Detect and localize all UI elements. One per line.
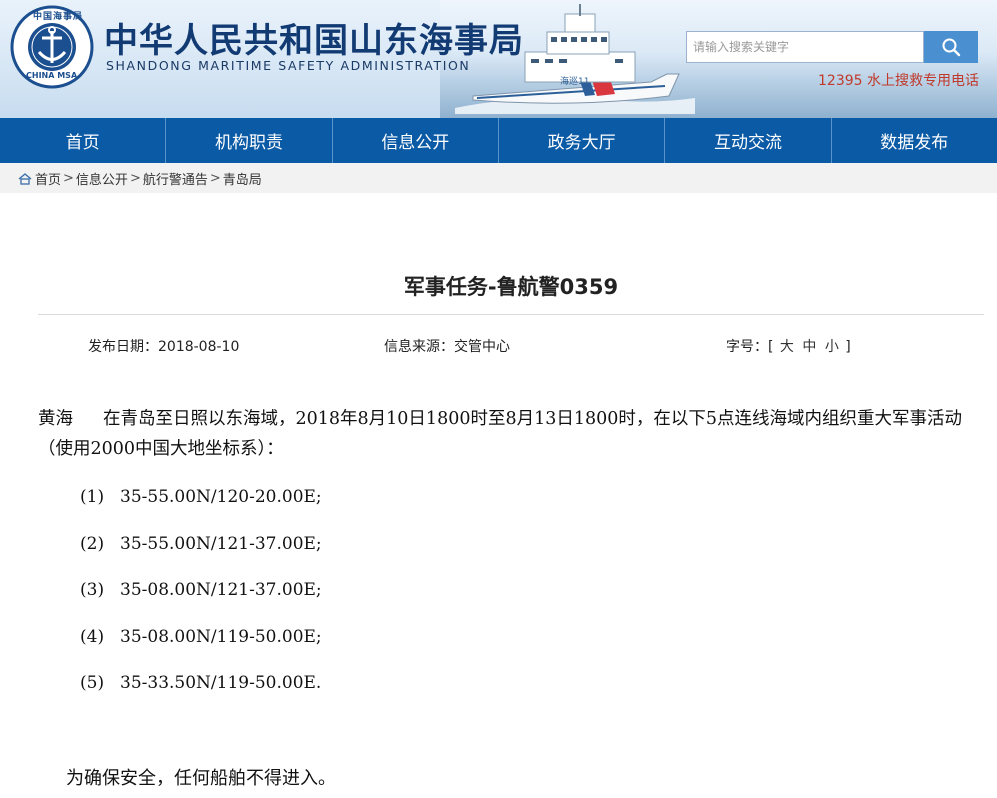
nav-item-home[interactable]: 首页 [0, 118, 167, 163]
search-icon [942, 38, 961, 57]
breadcrumb-separator: > [209, 170, 221, 186]
search-input[interactable] [686, 31, 924, 63]
list-item: (2) 35-55.00N/121-37.00E; [80, 531, 322, 578]
font-size-bracket-open: [ [768, 339, 774, 355]
coordinate-list: (1) 35-55.00N/120-20.00E; (2) 35-55.00N/12… [80, 484, 322, 717]
breadcrumb-navigation-warnings[interactable]: 航行警通告 [143, 169, 208, 188]
title-divider [38, 314, 984, 315]
font-size-bracket-close: ] [845, 339, 851, 355]
point-number: (3) [80, 580, 105, 600]
sea-region: 黄海 [38, 409, 73, 429]
breadcrumb-separator: > [129, 170, 141, 186]
notice-intro-text: 在青岛至日照以东海域，2018年8月10日1800时至8月13日1800时，在以… [38, 409, 963, 459]
notice-intro: 黄海 在青岛至日照以东海域，2018年8月10日1800时至8月13日1800时，… [38, 404, 988, 464]
site-title: 中华人民共和国山东海事局 [104, 21, 524, 61]
point-number: (5) [80, 673, 105, 693]
breadcrumb-information[interactable]: 信息公开 [76, 169, 128, 188]
nav-item-interaction[interactable]: 互动交流 [665, 118, 832, 163]
publish-date: 发布日期：2018-08-10 [88, 336, 239, 356]
font-size-medium-button[interactable]: 中 [802, 339, 816, 355]
point-number: (1) [80, 487, 105, 507]
main-nav: 首页 机构职责 信息公开 政务大厅 互动交流 数据发布 [0, 118, 997, 163]
breadcrumb-separator: > [63, 170, 74, 186]
font-size-label: 字号： [726, 339, 768, 355]
info-source-label: 信息来源： [384, 339, 454, 355]
notice-closing: 为确保安全，任何船舶不得进入。 [66, 768, 336, 789]
ship-hull-mark: 海巡11 [560, 77, 590, 87]
breadcrumb: 首页 > 信息公开 > 航行警通告 > 青岛局 [0, 163, 997, 193]
point-number: (2) [80, 533, 105, 554]
info-source-value: 交管中心 [454, 339, 510, 355]
list-item: (1) 35-55.00N/120-20.00E; [80, 484, 322, 531]
nav-item-information[interactable]: 信息公开 [333, 118, 499, 163]
rescue-hotline: 12395 水上搜救专用电话 [818, 73, 979, 89]
emblem-bottom-text: CHINA MSA [26, 71, 78, 80]
point-coordinate: 35-08.00N/119-50.00E; [120, 626, 322, 647]
info-source: 信息来源：交管中心 [384, 336, 510, 356]
point-number: (4) [80, 626, 105, 647]
font-size-small-button[interactable]: 小 [825, 339, 839, 355]
list-item: (4) 35-08.00N/119-50.00E; [80, 624, 322, 671]
breadcrumb-qingdao[interactable]: 青岛局 [223, 169, 262, 188]
point-coordinate: 35-33.50N/119-50.00E. [120, 673, 322, 693]
breadcrumb-home[interactable]: 首页 [35, 169, 61, 188]
font-size-large-button[interactable]: 大 [780, 339, 794, 355]
point-coordinate: 35-08.00N/121-37.00E; [120, 580, 322, 600]
point-coordinate: 35-55.00N/120-20.00E; [120, 487, 322, 507]
publish-date-label: 发布日期： [88, 339, 158, 355]
point-coordinate: 35-55.00N/121-37.00E; [120, 533, 322, 554]
font-size-control: 字号：[ 大 中 小 ] [726, 336, 851, 356]
list-item: (5) 35-33.50N/119-50.00E. [80, 670, 322, 717]
site-header: 海巡11 中国海事局 CHINA MSA 中华人民共和国山东海事局 SHANDO… [0, 0, 997, 118]
search-button[interactable] [924, 31, 978, 63]
site-subtitle: SHANDONG MARITIME SAFETY ADMINISTRATION [106, 58, 471, 73]
nav-item-services[interactable]: 政务大厅 [499, 118, 666, 163]
home-icon [18, 173, 32, 185]
nav-item-organization[interactable]: 机构职责 [166, 118, 333, 163]
emblem-top-text: 中国海事局 [33, 12, 84, 22]
article-title: 军事任务-鲁航警0359 [403, 275, 619, 299]
publish-date-value: 2018-08-10 [158, 339, 240, 355]
nav-item-data[interactable]: 数据发布 [832, 118, 997, 163]
list-item: (3) 35-08.00N/121-37.00E; [80, 577, 322, 624]
